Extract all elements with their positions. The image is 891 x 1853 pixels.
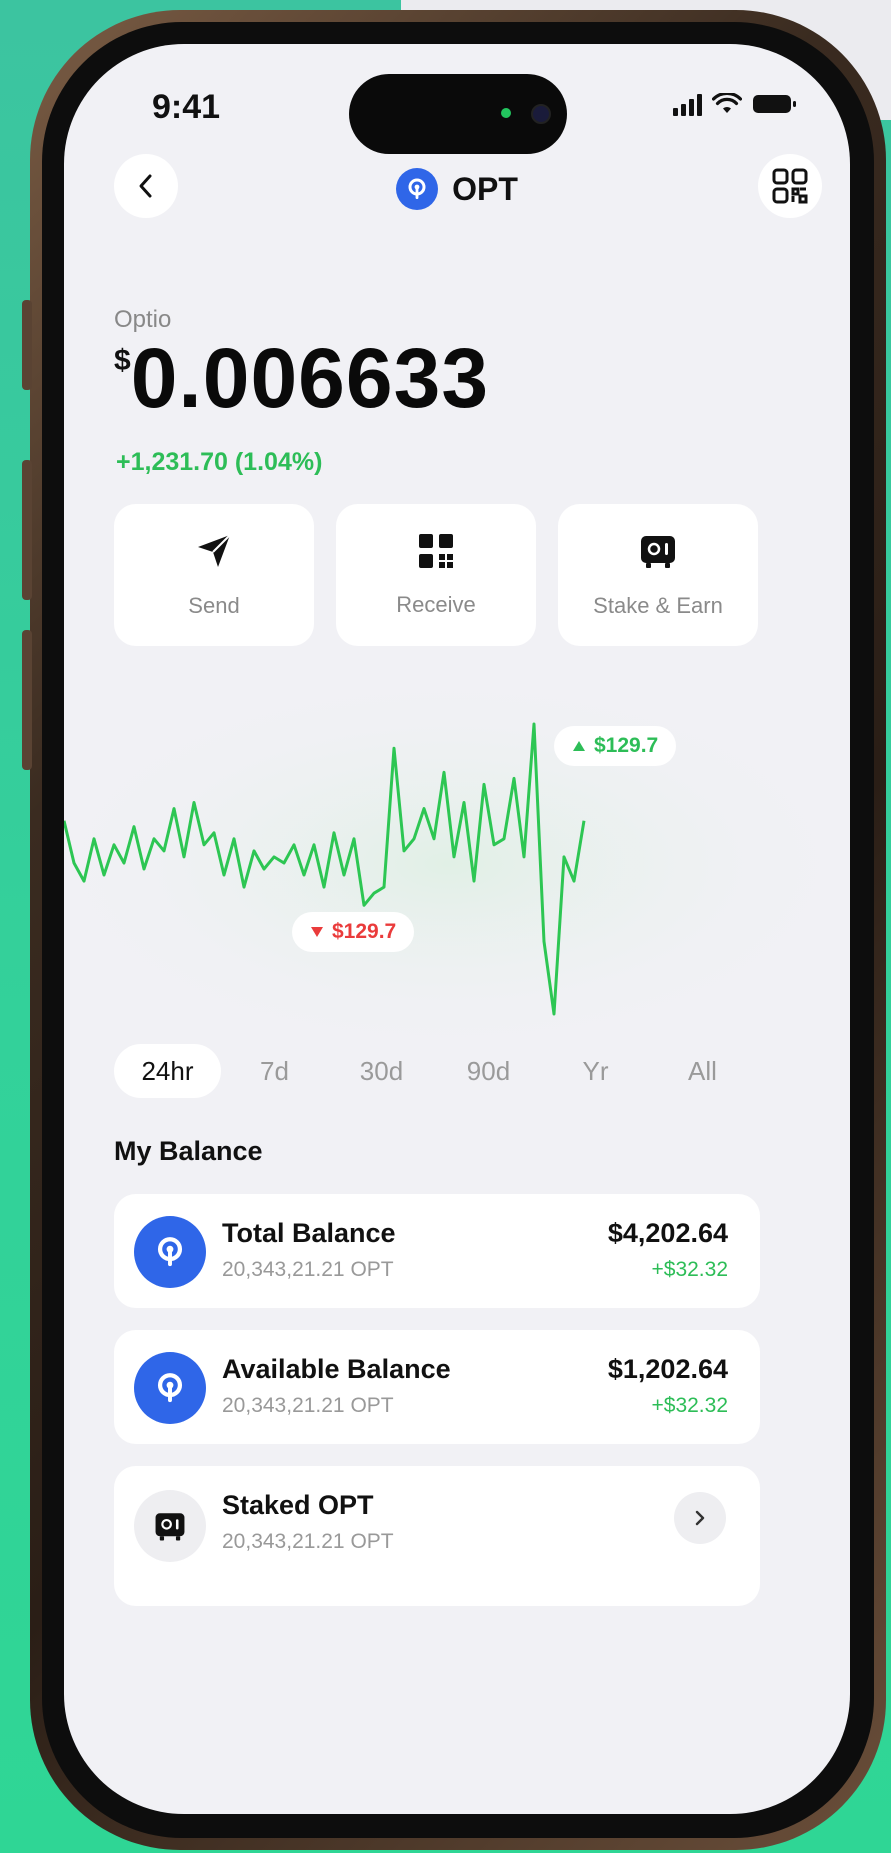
period-30d[interactable]: 30d bbox=[328, 1044, 435, 1098]
token-price: $ 0.006633 bbox=[114, 336, 489, 420]
token-name: Optio bbox=[114, 306, 172, 333]
chart-glow bbox=[64, 684, 834, 1044]
caret-up-icon bbox=[573, 741, 585, 751]
action-row: Send Receive Stake & Earn bbox=[114, 504, 840, 646]
price-chart bbox=[64, 684, 834, 1044]
qr-scan-button[interactable] bbox=[758, 154, 822, 218]
period-90d[interactable]: 90d bbox=[435, 1044, 542, 1098]
row-subtitle: 20,343,21.21 OPT bbox=[222, 1258, 394, 1281]
battery-icon bbox=[753, 95, 796, 113]
send-icon bbox=[198, 534, 231, 567]
price-change: +1,231.70 (1.04%) bbox=[116, 448, 323, 476]
total-balance-card[interactable]: Total Balance 20,343,21.21 OPT $4,202.64… bbox=[114, 1194, 760, 1308]
chart-high-label: $129.7 bbox=[594, 734, 659, 757]
camera-lens bbox=[531, 104, 551, 124]
row-delta: +$32.32 bbox=[651, 1258, 729, 1281]
opt-token-icon bbox=[396, 168, 439, 210]
price-value: 0.006633 bbox=[130, 331, 490, 425]
section-title-my-balance: My Balance bbox=[114, 1136, 263, 1166]
row-title: Available Balance bbox=[222, 1354, 451, 1384]
row-amount: $4,202.64 bbox=[607, 1218, 728, 1248]
wifi-icon bbox=[712, 93, 742, 113]
caret-down-icon bbox=[311, 927, 323, 937]
row-subtitle: 20,343,21.21 OPT bbox=[222, 1394, 394, 1417]
opt-token-icon bbox=[134, 1216, 206, 1288]
row-title: Staked OPT bbox=[222, 1490, 374, 1520]
period-yr[interactable]: Yr bbox=[542, 1044, 649, 1098]
receive-button[interactable]: Receive bbox=[336, 504, 536, 646]
app-screen: 9:41 OPT Optio $ 0.006633 +1,231.70 (1.0… bbox=[64, 44, 850, 1814]
phone-bezel: 9:41 OPT Optio $ 0.006633 +1,231.70 (1.0… bbox=[42, 22, 874, 1838]
chart-low-label: $129.7 bbox=[332, 920, 397, 943]
currency-symbol: $ bbox=[114, 344, 131, 377]
staked-opt-card[interactable]: Staked OPT 20,343,21.21 OPT bbox=[114, 1466, 760, 1606]
camera-indicator bbox=[501, 108, 511, 118]
qr-icon bbox=[419, 534, 453, 568]
chart-high-tag: $129.7 bbox=[554, 726, 677, 766]
row-title: Total Balance bbox=[222, 1218, 396, 1248]
receive-label: Receive bbox=[396, 592, 476, 617]
period-24hr[interactable]: 24hr bbox=[114, 1044, 221, 1098]
vault-icon bbox=[641, 536, 675, 568]
send-label: Send bbox=[188, 593, 240, 618]
staked-details-button[interactable] bbox=[674, 1492, 726, 1544]
signal-icon bbox=[673, 92, 702, 116]
top-nav: OPT bbox=[64, 154, 850, 244]
status-icons bbox=[673, 92, 798, 116]
phone-side-button bbox=[22, 300, 32, 390]
period-selector: 24hr 7d 30d 90d Yr All bbox=[114, 1044, 830, 1098]
phone-side-button bbox=[22, 460, 32, 600]
dynamic-island bbox=[349, 74, 567, 154]
page-title: OPT bbox=[64, 168, 850, 210]
row-subtitle: 20,343,21.21 OPT bbox=[222, 1530, 394, 1553]
row-delta: +$32.32 bbox=[651, 1394, 729, 1417]
title-text: OPT bbox=[452, 170, 518, 207]
period-all[interactable]: All bbox=[649, 1044, 756, 1098]
phone-frame: 9:41 OPT Optio $ 0.006633 +1,231.70 (1.0… bbox=[30, 10, 886, 1850]
available-balance-card[interactable]: Available Balance 20,343,21.21 OPT $1,20… bbox=[114, 1330, 760, 1444]
row-amount: $1,202.64 bbox=[607, 1354, 728, 1384]
stake-earn-button[interactable]: Stake & Earn bbox=[558, 504, 758, 646]
qr-icon bbox=[772, 168, 808, 204]
status-time: 9:41 bbox=[152, 88, 221, 126]
opt-token-icon bbox=[134, 1352, 206, 1424]
chart-low-tag: $129.7 bbox=[292, 912, 415, 952]
period-7d[interactable]: 7d bbox=[221, 1044, 328, 1098]
vault-icon bbox=[134, 1490, 206, 1562]
chevron-right-icon bbox=[695, 1510, 705, 1526]
phone-side-button bbox=[22, 630, 32, 770]
stake-earn-label: Stake & Earn bbox=[593, 593, 723, 618]
send-button[interactable]: Send bbox=[114, 504, 314, 646]
